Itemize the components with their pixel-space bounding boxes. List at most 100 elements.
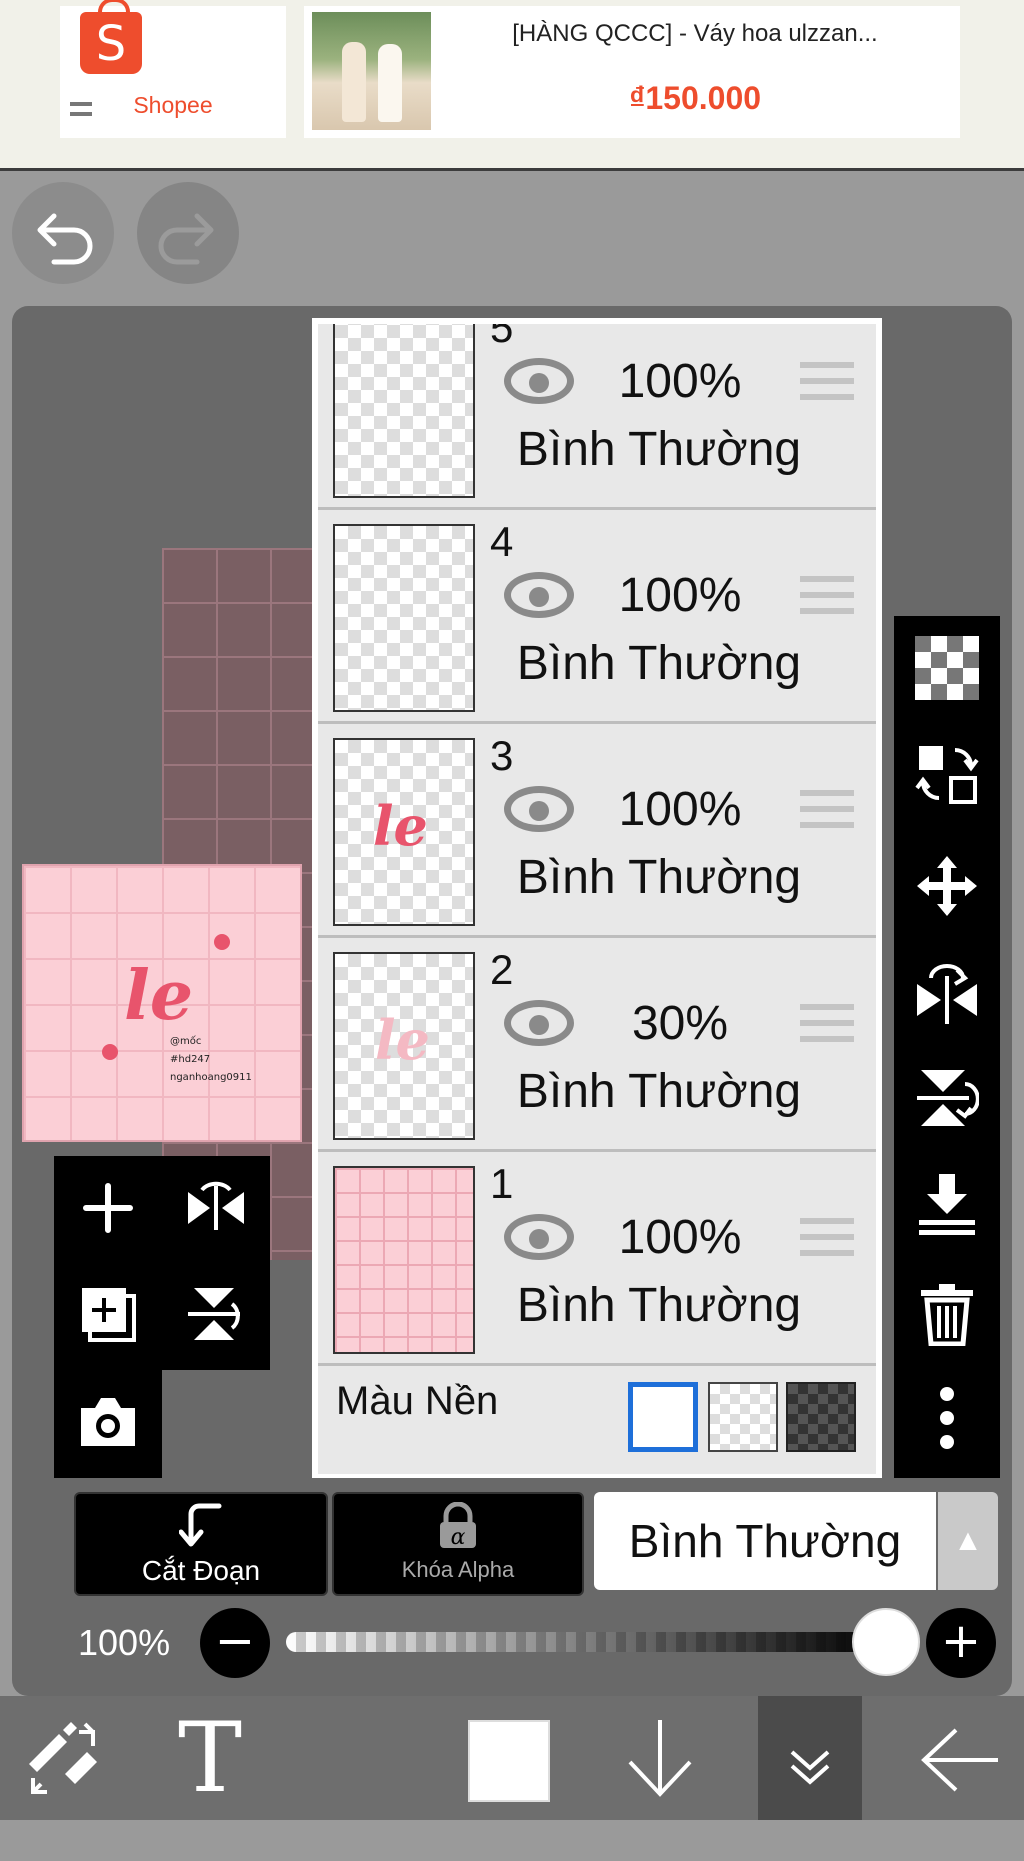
layer-thumbnail[interactable]: le <box>333 952 475 1140</box>
layer-number: 4 <box>490 518 514 565</box>
camera-button[interactable] <box>54 1394 162 1462</box>
layer-number: 2 <box>490 946 514 993</box>
layer-row-4[interactable]: 4 100% Bình Thường <box>318 512 876 724</box>
alpha-lock-label: Khóa Alpha <box>401 1557 515 1582</box>
layer-blend-mode: Bình Thường <box>516 1279 802 1332</box>
more-vertical-icon <box>940 1387 954 1449</box>
layer-down-button[interactable] <box>610 1696 710 1820</box>
merge-down-button[interactable] <box>894 1172 1000 1250</box>
eye-icon[interactable] <box>504 1000 574 1046</box>
ad-product-title[interactable]: [HÀNG QCCC] - Váy hoa ulzzan... <box>450 20 940 48</box>
eye-icon[interactable] <box>504 1214 574 1260</box>
drag-handle-icon[interactable] <box>800 362 854 400</box>
brush-eraser-button[interactable] <box>14 1696 114 1820</box>
layer-thumbnail[interactable]: le <box>333 738 475 926</box>
layer-row-3[interactable]: le 3 100% Bình Thường <box>318 726 876 938</box>
merge-down-icon <box>919 1174 975 1235</box>
background-white-option[interactable] <box>628 1382 698 1452</box>
shopee-bag-icon: S <box>80 0 142 74</box>
left-toolbox <box>54 1156 270 1370</box>
opacity-value: 100% <box>78 1622 171 1663</box>
layer-blend-mode: Bình Thường <box>516 423 802 476</box>
flip-horizontal-icon <box>917 964 977 1024</box>
layer-row-1[interactable]: 1 100% Bình Thường <box>318 1154 876 1366</box>
drag-handle-icon[interactable] <box>800 1218 854 1256</box>
arrow-left-icon <box>921 1728 998 1792</box>
flip-horizontal-button-right[interactable] <box>894 956 1000 1040</box>
blend-mode-select[interactable]: Bình Thường <box>594 1492 936 1590</box>
ad-product-image[interactable] <box>312 12 431 130</box>
layers-toggle-button[interactable] <box>758 1696 862 1820</box>
preview-text-2: #hd247 <box>170 1054 211 1065</box>
flip-vertical-icon <box>917 1070 980 1126</box>
layer-number: 1 <box>490 1160 514 1207</box>
layer-thumbnail[interactable] <box>333 1166 475 1354</box>
svg-text:α: α <box>451 1525 466 1550</box>
color-swatch[interactable] <box>468 1720 550 1802</box>
flip-vertical-button-right[interactable] <box>894 1066 1000 1144</box>
drag-handle-icon[interactable] <box>800 790 854 828</box>
layer-opacity: 100% <box>618 783 742 836</box>
flip-vertical-icon <box>188 1288 240 1340</box>
eye-icon[interactable] <box>504 358 574 404</box>
eye-icon[interactable] <box>504 572 574 618</box>
move-icon <box>917 856 977 916</box>
redo-button[interactable] <box>137 182 239 284</box>
preview-text-3: nganhoang0911 <box>170 1072 252 1083</box>
alpha-lock-button[interactable]: α Khóa Alpha <box>332 1492 584 1596</box>
clipping-button[interactable]: Cắt Đoạn <box>74 1492 328 1596</box>
redo-icon <box>158 213 214 265</box>
add-copy-layer-button[interactable] <box>54 1282 162 1358</box>
arrow-down-icon <box>628 1720 692 1797</box>
layer-number: 5 <box>490 324 514 351</box>
text-tool-icon[interactable]: T <box>160 1696 260 1820</box>
back-button[interactable] <box>906 1696 1016 1820</box>
flip-vertical-button[interactable] <box>162 1282 270 1358</box>
preview-text-1: @mốc <box>170 1036 202 1047</box>
plus-icon <box>83 1183 133 1233</box>
background-transparent-option[interactable] <box>708 1382 778 1452</box>
drag-handle-icon[interactable] <box>800 576 854 614</box>
ad-brand: Shopee <box>133 92 213 118</box>
layer-number: 3 <box>490 732 514 779</box>
opacity-decrease-button[interactable]: − <box>200 1608 270 1678</box>
eye-icon[interactable] <box>504 786 574 832</box>
layer-blend-mode: Bình Thường <box>516 637 802 690</box>
checker-icon <box>915 636 979 700</box>
ad-menu-icon[interactable] <box>70 102 92 116</box>
canvas-preview[interactable]: le @mốc #hd247 nganhoang0911 <box>22 864 302 1142</box>
layer-thumbnail[interactable] <box>333 324 475 498</box>
delete-layer-button[interactable] <box>894 1282 1000 1360</box>
lock-icon: α <box>440 1501 476 1550</box>
more-options-button[interactable] <box>894 1386 1000 1464</box>
blend-mode-dropdown-icon[interactable]: ▲ <box>938 1492 998 1590</box>
layer-opacity: 100% <box>618 1211 742 1264</box>
drag-handle-icon[interactable] <box>800 1004 854 1042</box>
background-dark-option[interactable] <box>786 1382 856 1452</box>
ad-product-price[interactable]: ₫150.000 <box>450 80 940 117</box>
opacity-slider-handle[interactable] <box>852 1608 920 1676</box>
background-label: Màu Nền <box>336 1379 499 1423</box>
layer-row-5[interactable]: 5 100% Bình Thường <box>318 324 876 510</box>
opacity-slider[interactable] <box>286 1632 886 1652</box>
layer-blend-mode: Bình Thường <box>516 1065 802 1118</box>
swap-icon <box>915 746 979 804</box>
trash-icon <box>921 1284 973 1347</box>
layer-thumbnail[interactable] <box>333 524 475 712</box>
flip-horizontal-button[interactable] <box>162 1178 270 1250</box>
flip-horizontal-icon <box>188 1181 244 1230</box>
left-toolbox-bottom <box>54 1370 162 1478</box>
clipping-arrow-icon <box>178 1503 222 1547</box>
camera-icon <box>81 1398 135 1446</box>
layer-row-2[interactable]: le 2 30% Bình Thường <box>318 940 876 1152</box>
layer-opacity: 100% <box>618 569 742 622</box>
swap-layer-button[interactable] <box>894 742 1000 820</box>
layer-list[interactable]: 5 100% Bình Thường 4 100% Bình Thường le… <box>318 324 876 1474</box>
layer-opacity: 30% <box>631 997 729 1050</box>
opacity-increase-button[interactable]: + <box>926 1608 996 1678</box>
chevron-double-down-icon <box>790 1750 830 1785</box>
undo-button[interactable] <box>12 182 114 284</box>
move-button[interactable] <box>894 854 1000 932</box>
transparency-button[interactable] <box>894 636 1000 714</box>
add-layer-button[interactable] <box>54 1178 162 1250</box>
